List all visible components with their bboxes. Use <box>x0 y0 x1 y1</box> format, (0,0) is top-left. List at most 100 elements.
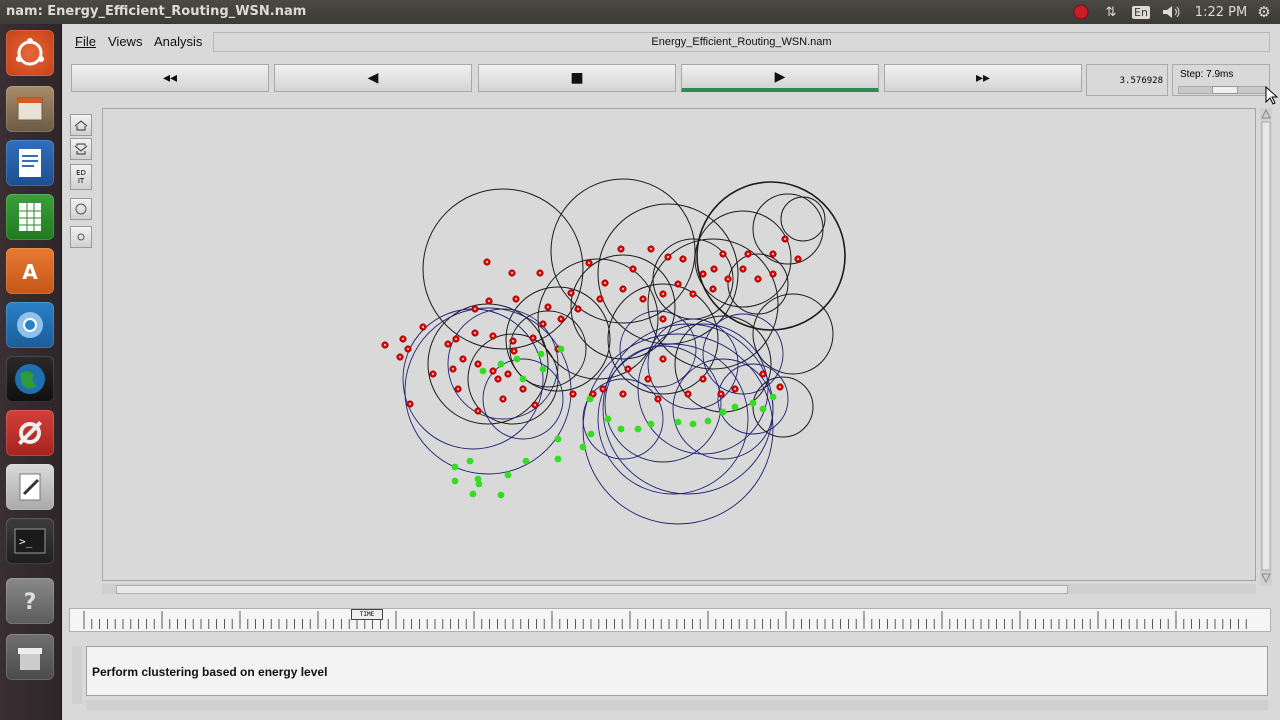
zoom-out-button[interactable] <box>70 138 92 160</box>
sensor-node-center <box>641 297 645 301</box>
canvas-horizontal-scrollbar[interactable] <box>102 584 1256 594</box>
sensor-node-green[interactable] <box>759 405 767 413</box>
zoom-in-button[interactable] <box>70 114 92 136</box>
sensor-node-green[interactable] <box>749 399 757 407</box>
sensor-node-green[interactable] <box>554 435 562 443</box>
fast-forward-button[interactable]: ▸▸ <box>884 64 1082 92</box>
sensor-node-center <box>601 387 605 391</box>
horizontal-scroll-thumb[interactable] <box>116 585 1068 594</box>
play-button[interactable]: ▶ <box>681 64 879 92</box>
canvas-vertical-scrollbar[interactable] <box>1260 108 1272 586</box>
sensor-node-green[interactable] <box>539 365 547 373</box>
range-circle <box>780 196 826 242</box>
software-center-icon[interactable]: A <box>6 248 54 294</box>
step-control: Step: 7.9ms <box>1172 64 1270 96</box>
sensor-node-green[interactable] <box>617 425 625 433</box>
sensor-node-green[interactable] <box>719 408 727 416</box>
play-icon: ▶ <box>774 68 786 85</box>
sensor-node-center <box>619 247 623 251</box>
node-tool-button[interactable] <box>70 198 92 220</box>
sensor-node-center <box>701 377 705 381</box>
keyboard-layout-indicator[interactable]: En <box>1130 0 1152 24</box>
network-icon[interactable]: ⇅ <box>1100 0 1122 24</box>
terminal-icon[interactable]: >_ <box>6 518 54 564</box>
recording-indicator-icon[interactable] <box>1070 0 1092 24</box>
session-gear-icon[interactable]: ⚙ <box>1253 0 1275 24</box>
sensor-node-center <box>496 377 500 381</box>
stop-button[interactable]: ■ <box>478 64 676 92</box>
sensor-node-green[interactable] <box>513 355 521 363</box>
timeline-marker[interactable]: TIME <box>351 609 383 620</box>
sensor-node-green[interactable] <box>504 471 512 479</box>
sensor-node-center <box>712 267 716 271</box>
sensor-node-green[interactable] <box>769 393 777 401</box>
sensor-node-center <box>783 237 787 241</box>
files-icon[interactable] <box>6 86 54 132</box>
menu-views[interactable]: Views <box>108 34 142 49</box>
rewind-button[interactable]: ◂◂ <box>71 64 269 92</box>
sensor-node-green[interactable] <box>704 417 712 425</box>
sensor-node-center <box>796 257 800 261</box>
menu-file[interactable]: File <box>75 34 96 49</box>
sensor-node-center <box>487 299 491 303</box>
sensor-node-green[interactable] <box>537 350 545 358</box>
sensor-node-center <box>451 367 455 371</box>
step-slider-thumb[interactable] <box>1212 86 1238 94</box>
sensor-node-green[interactable] <box>579 443 587 451</box>
zoom-out-icon <box>74 143 88 155</box>
sensor-node-green[interactable] <box>554 455 562 463</box>
edit-button[interactable]: EDIT <box>70 164 92 190</box>
sensor-node-green[interactable] <box>479 367 487 375</box>
sensor-node-green[interactable] <box>522 457 530 465</box>
timeline[interactable]: TIME <box>69 608 1271 632</box>
chromium-icon[interactable] <box>6 302 54 348</box>
sensor-node-green[interactable] <box>604 415 612 423</box>
sensor-node-green[interactable] <box>469 490 477 498</box>
sensor-node-green[interactable] <box>497 360 505 368</box>
sensor-node-center <box>721 252 725 256</box>
rewind-icon: ◂◂ <box>162 70 178 86</box>
sensor-node-green[interactable] <box>731 403 739 411</box>
settings-icon[interactable] <box>6 410 54 456</box>
annotation-vertical-scrollbar[interactable] <box>72 646 82 704</box>
step-slider[interactable] <box>1178 86 1266 94</box>
network-canvas[interactable] <box>102 108 1256 581</box>
sensor-node-green[interactable] <box>647 420 655 428</box>
range-circle-blue <box>702 313 784 395</box>
sensor-node-green[interactable] <box>634 425 642 433</box>
writer-icon[interactable] <box>6 140 54 186</box>
sensor-node-green[interactable] <box>587 430 595 438</box>
sensor-node-green[interactable] <box>689 420 697 428</box>
clock[interactable]: 1:22 PM <box>1193 0 1249 24</box>
sensor-node-green[interactable] <box>475 480 483 488</box>
sensor-node-green[interactable] <box>519 375 527 383</box>
annotation-horizontal-scrollbar[interactable] <box>86 700 1268 710</box>
sensor-node-green[interactable] <box>451 477 459 485</box>
sensor-node-center <box>603 281 607 285</box>
small-node-tool-button[interactable] <box>70 226 92 248</box>
svg-text:A: A <box>22 260 38 284</box>
svg-text:>_: >_ <box>19 535 33 548</box>
calc-icon[interactable] <box>6 194 54 240</box>
sensor-node-center <box>514 297 518 301</box>
sensor-node-center <box>533 403 537 407</box>
sensor-node-green[interactable] <box>497 491 505 499</box>
sensor-node-center <box>761 372 765 376</box>
sensor-node-green[interactable] <box>557 345 565 353</box>
sensor-node-green[interactable] <box>451 463 459 471</box>
step-back-button[interactable]: ◀ <box>274 64 472 92</box>
sensor-node-green[interactable] <box>674 418 682 426</box>
help-icon[interactable]: ? <box>6 578 54 624</box>
sensor-node-green[interactable] <box>586 395 594 403</box>
sensor-node-center <box>649 247 653 251</box>
trash-icon[interactable] <box>6 634 54 680</box>
menu-analysis[interactable]: Analysis <box>154 34 202 49</box>
ubuntu-home-icon[interactable] <box>6 30 54 76</box>
edit-label: EDIT <box>76 169 86 185</box>
sensor-node-center <box>408 402 412 406</box>
volume-icon[interactable] <box>1160 0 1184 24</box>
earth-icon[interactable] <box>6 356 54 402</box>
text-editor-icon[interactable] <box>6 464 54 510</box>
sensor-node-green[interactable] <box>466 457 474 465</box>
sensor-node-center <box>598 297 602 301</box>
